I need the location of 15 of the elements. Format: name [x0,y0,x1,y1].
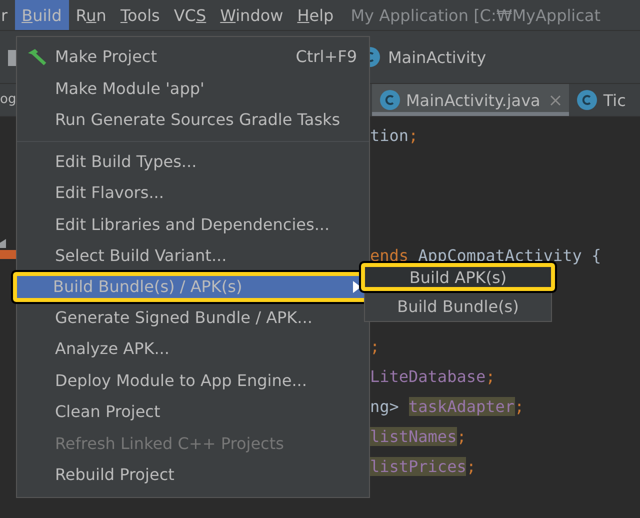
code-token: AppCompatActivity { [417,246,602,266]
code-token: LiteDatabase [370,366,486,386]
code-token: ; [514,396,524,416]
code-token: ; [370,336,380,356]
code-token: taskAdapter [408,396,514,416]
code-token: tion [370,126,409,145]
code-token: ends [370,246,409,266]
code-token: ng> [370,396,400,416]
code-token: ; [486,366,496,386]
code-token: listPrices [370,457,466,476]
window-title: My Application [C:₩MyApplicat [350,6,600,24]
code-token: ; [466,457,476,476]
code-token: ; [456,426,466,446]
code-token: ; [408,126,418,145]
code-token: listNames [370,426,457,446]
